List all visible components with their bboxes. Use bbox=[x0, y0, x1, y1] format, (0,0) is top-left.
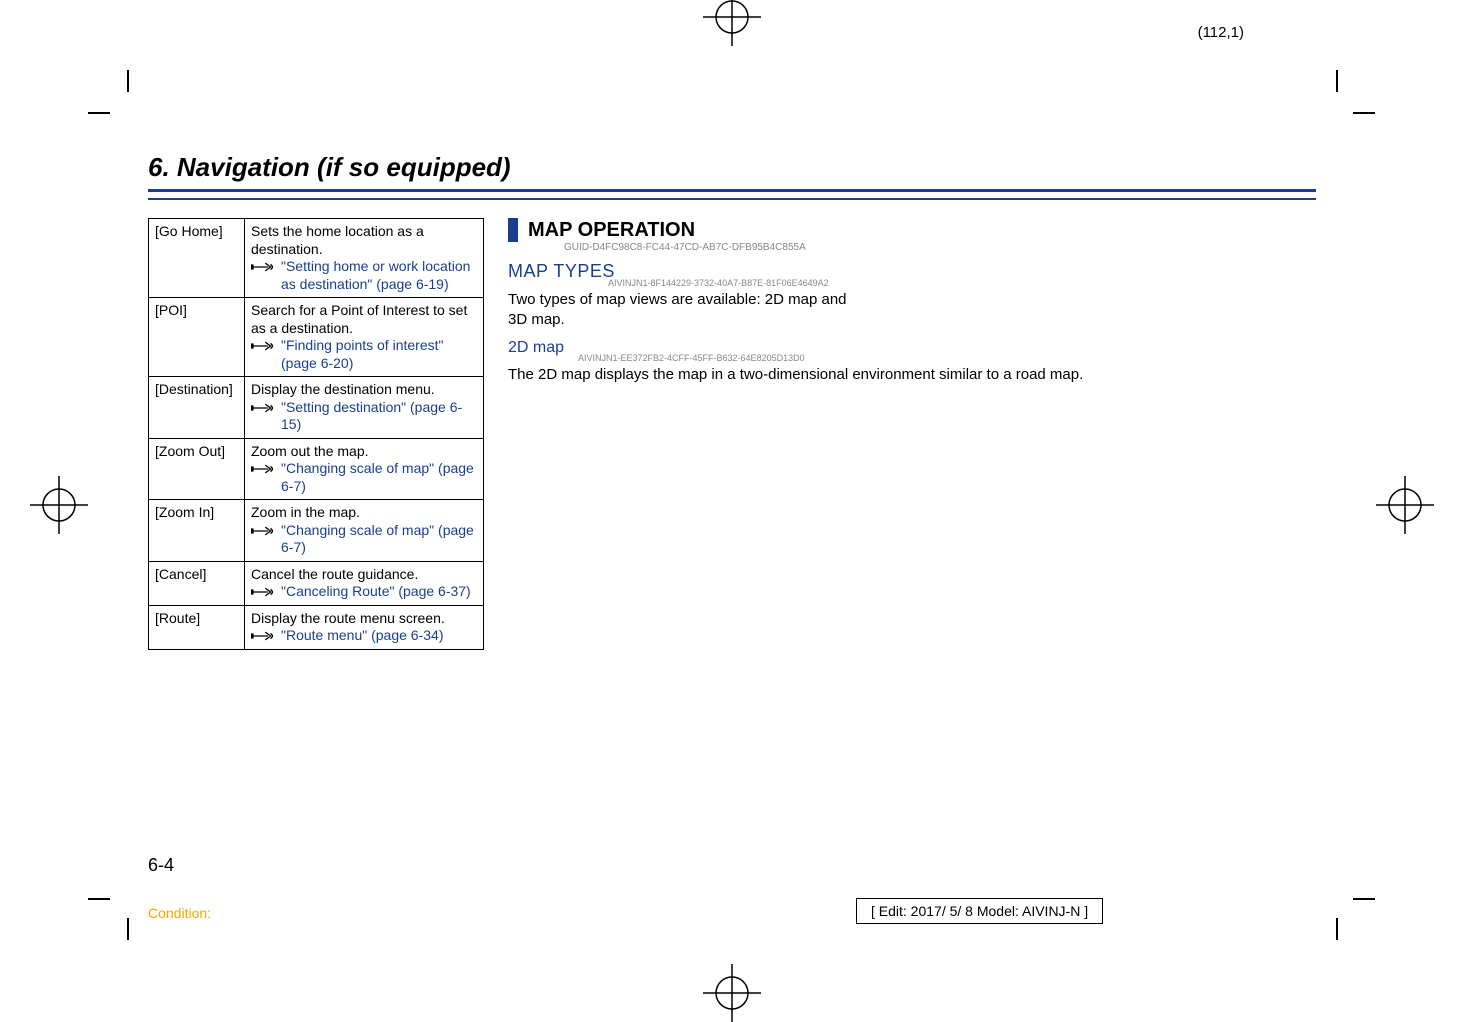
table-row: [Zoom In]Zoom in the map."Changing scale… bbox=[149, 500, 484, 562]
table-desc-text: Cancel the route guidance. bbox=[251, 566, 477, 584]
cross-reference-link: "Changing scale of map" (page 6-7) bbox=[281, 522, 477, 557]
section-title-map-operation: MAP OPERATION bbox=[528, 219, 695, 242]
chapter-title: 6. Navigation (if so equipped) bbox=[148, 152, 1316, 183]
condition-label: Condition: bbox=[148, 905, 211, 921]
registration-mark-bottom bbox=[703, 964, 761, 1022]
cross-reference-link: "Finding points of interest" (page 6-20) bbox=[281, 337, 477, 372]
table-row: [Go Home]Sets the home location as a des… bbox=[149, 219, 484, 298]
registration-mark-right bbox=[1376, 476, 1434, 534]
pointer-icon bbox=[251, 339, 277, 353]
table-row: [Cancel]Cancel the route guidance."Cance… bbox=[149, 561, 484, 605]
header-rule bbox=[148, 189, 1316, 192]
cross-reference-link: "Setting destination" (page 6-15) bbox=[281, 399, 477, 434]
cross-reference-link: "Route menu" (page 6-34) bbox=[281, 627, 477, 645]
table-desc-text: Search for a Point of Interest to set as… bbox=[251, 302, 477, 337]
crop-tick bbox=[1336, 918, 1338, 940]
crop-tick bbox=[1353, 112, 1375, 114]
edit-info-box: [ Edit: 2017/ 5/ 8 Model: AIVINJ-N ] bbox=[856, 898, 1103, 924]
registration-mark-top bbox=[703, 0, 761, 46]
guid-text: AIVINJN1-8F144229-3732-40A7-B87E-81F06E4… bbox=[608, 278, 1316, 288]
table-desc-text: Sets the home location as a destination. bbox=[251, 223, 477, 258]
section-marker bbox=[508, 218, 518, 242]
crop-tick bbox=[127, 918, 129, 940]
table-row: [Destination]Display the destination men… bbox=[149, 377, 484, 439]
registration-mark-left bbox=[30, 476, 88, 534]
table-key-cell: [Cancel] bbox=[149, 561, 245, 605]
crop-tick bbox=[1336, 70, 1338, 92]
table-key-cell: [Zoom In] bbox=[149, 500, 245, 562]
body-map-types: Two types of map views are available: 2D… bbox=[508, 290, 868, 331]
cross-reference-link: "Canceling Route" (page 6-37) bbox=[281, 583, 477, 601]
crop-tick bbox=[88, 898, 110, 900]
table-desc-cell: Sets the home location as a destination.… bbox=[245, 219, 484, 298]
guid-text: GUID-D4FC98C8-FC44-47CD-AB7C-DFB95B4C855… bbox=[564, 242, 1316, 253]
table-key-cell: [Go Home] bbox=[149, 219, 245, 298]
table-desc-text: Zoom in the map. bbox=[251, 504, 477, 522]
crop-tick bbox=[1353, 898, 1375, 900]
pointer-icon bbox=[251, 524, 277, 538]
pointer-icon bbox=[251, 260, 277, 274]
table-desc-cell: Zoom in the map."Changing scale of map" … bbox=[245, 500, 484, 562]
page-coordinate: (112,1) bbox=[1198, 24, 1244, 41]
body-2d-map: The 2D map displays the map in a two-dim… bbox=[508, 365, 1316, 385]
command-table: [Go Home]Sets the home location as a des… bbox=[148, 218, 484, 650]
table-desc-cell: Display the route menu screen."Route men… bbox=[245, 605, 484, 649]
table-desc-text: Display the destination menu. bbox=[251, 381, 477, 399]
cross-reference-link: "Changing scale of map" (page 6-7) bbox=[281, 460, 477, 495]
table-desc-text: Zoom out the map. bbox=[251, 443, 477, 461]
table-row: [Route]Display the route menu screen."Ro… bbox=[149, 605, 484, 649]
table-key-cell: [POI] bbox=[149, 298, 245, 377]
table-desc-cell: Display the destination menu."Setting de… bbox=[245, 377, 484, 439]
header-rule bbox=[148, 198, 1316, 200]
table-desc-cell: Zoom out the map."Changing scale of map"… bbox=[245, 438, 484, 500]
pointer-icon bbox=[251, 462, 277, 476]
cross-reference-link: "Setting home or work location as destin… bbox=[281, 258, 477, 293]
pointer-icon bbox=[251, 629, 277, 643]
table-desc-cell: Search for a Point of Interest to set as… bbox=[245, 298, 484, 377]
table-key-cell: [Destination] bbox=[149, 377, 245, 439]
pointer-icon bbox=[251, 401, 277, 415]
crop-tick bbox=[88, 112, 110, 114]
pointer-icon bbox=[251, 585, 277, 599]
table-row: [Zoom Out]Zoom out the map."Changing sca… bbox=[149, 438, 484, 500]
table-desc-text: Display the route menu screen. bbox=[251, 610, 477, 628]
table-row: [POI]Search for a Point of Interest to s… bbox=[149, 298, 484, 377]
page-number: 6-4 bbox=[148, 855, 174, 876]
guid-text: AIVINJN1-EE372FB2-4CFF-45FF-B632-64E8205… bbox=[578, 353, 1316, 363]
crop-tick bbox=[127, 70, 129, 92]
table-desc-cell: Cancel the route guidance."Canceling Rou… bbox=[245, 561, 484, 605]
table-key-cell: [Zoom Out] bbox=[149, 438, 245, 500]
table-key-cell: [Route] bbox=[149, 605, 245, 649]
